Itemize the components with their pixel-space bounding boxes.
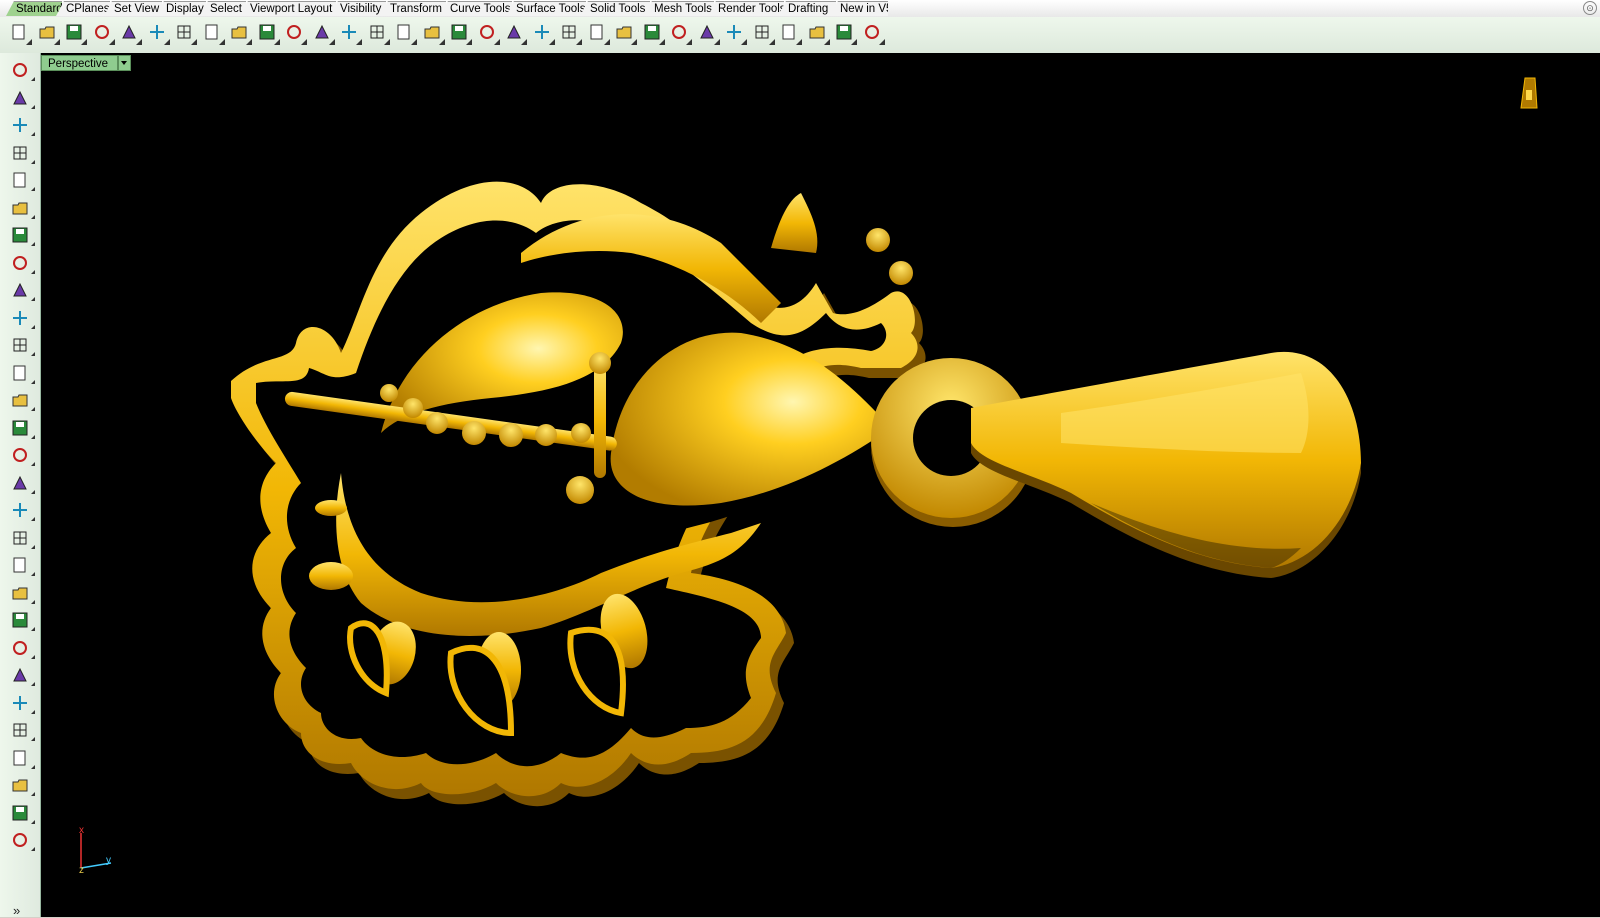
paste-icon[interactable] bbox=[201, 21, 225, 45]
standard-toolbar bbox=[0, 17, 1600, 54]
analysis-icon[interactable] bbox=[778, 21, 802, 45]
zoom-window-icon[interactable] bbox=[338, 21, 362, 45]
more-tools-chevron[interactable]: » bbox=[13, 903, 20, 918]
tab-mesh-tools[interactable]: Mesh Tools bbox=[644, 1, 714, 16]
axis-y-label: y bbox=[106, 855, 111, 866]
layer-icon[interactable] bbox=[641, 21, 665, 45]
axis-x-label: x bbox=[79, 825, 84, 836]
rendered-sphere-icon[interactable] bbox=[723, 21, 747, 45]
pendant-model bbox=[231, 77, 1538, 807]
open-icon[interactable] bbox=[36, 21, 60, 45]
zoom-selected-icon[interactable] bbox=[393, 21, 417, 45]
tab-visibility[interactable]: Visibility bbox=[330, 1, 386, 16]
mesh-icon[interactable] bbox=[9, 472, 35, 494]
surface-icon[interactable] bbox=[9, 334, 35, 356]
select-arrow-icon[interactable] bbox=[9, 59, 35, 81]
zoom-icon[interactable] bbox=[311, 21, 335, 45]
named-views-icon[interactable] bbox=[476, 21, 500, 45]
trim-icon[interactable] bbox=[9, 554, 35, 576]
curve-icon[interactable] bbox=[9, 142, 35, 164]
rectangle-icon[interactable] bbox=[9, 252, 35, 274]
cylinder-icon[interactable] bbox=[9, 444, 35, 466]
undo-view-icon[interactable] bbox=[421, 21, 445, 45]
render-blue-sphere-icon[interactable] bbox=[751, 21, 775, 45]
polyline-icon[interactable] bbox=[9, 114, 35, 136]
tab-cplanes[interactable]: CPlanes bbox=[56, 1, 110, 16]
point-icon[interactable] bbox=[9, 87, 35, 109]
toolbar-options-icon[interactable]: ⊙ bbox=[1583, 1, 1597, 15]
box-icon[interactable] bbox=[9, 389, 35, 411]
blend-icon[interactable] bbox=[9, 692, 35, 714]
save-icon[interactable] bbox=[63, 21, 87, 45]
extrude-icon[interactable] bbox=[9, 362, 35, 384]
cplane-icon[interactable] bbox=[531, 21, 555, 45]
color-wheel-icon[interactable] bbox=[668, 21, 692, 45]
shaded-sphere-icon[interactable] bbox=[696, 21, 720, 45]
grid-snap-icon[interactable] bbox=[833, 21, 857, 45]
split-icon[interactable] bbox=[9, 582, 35, 604]
view-widget[interactable] bbox=[1520, 77, 1538, 109]
axis-z-label: z bbox=[79, 865, 84, 876]
tab-solid-tools[interactable]: Solid Tools bbox=[580, 1, 650, 16]
ellipse-icon[interactable] bbox=[9, 197, 35, 219]
four-viewports-icon[interactable] bbox=[448, 21, 472, 45]
polygon-icon[interactable] bbox=[9, 279, 35, 301]
tab-drafting[interactable]: Drafting bbox=[778, 1, 836, 16]
tab-transform[interactable]: Transform bbox=[380, 1, 446, 16]
bail bbox=[971, 351, 1361, 578]
osnap-icon[interactable] bbox=[558, 21, 582, 45]
render-icon[interactable] bbox=[9, 829, 35, 851]
perspective-viewport[interactable]: Perspective x y z bbox=[41, 53, 1600, 917]
toolbar-tab-bar: Standard CPlanes Set View Display Select View… bbox=[0, 0, 1600, 18]
zoom-extents-icon[interactable] bbox=[366, 21, 390, 45]
tab-set-view[interactable]: Set View bbox=[104, 1, 162, 16]
tab-select[interactable]: Select bbox=[200, 1, 246, 16]
help-icon[interactable] bbox=[861, 21, 885, 45]
light-icon[interactable] bbox=[586, 21, 610, 45]
text-icon[interactable] bbox=[9, 719, 35, 741]
left-toolbar: » bbox=[0, 53, 41, 918]
arc-icon[interactable] bbox=[9, 224, 35, 246]
tab-curve-tools[interactable]: Curve Tools bbox=[440, 1, 512, 16]
cut-icon[interactable] bbox=[146, 21, 170, 45]
undo-icon[interactable] bbox=[228, 21, 252, 45]
copy-icon[interactable] bbox=[173, 21, 197, 45]
tab-viewport-layout[interactable]: Viewport Layout bbox=[240, 1, 336, 16]
camera-icon[interactable] bbox=[503, 21, 527, 45]
transform-icon[interactable] bbox=[9, 499, 35, 521]
options-gear-icon[interactable] bbox=[806, 21, 830, 45]
boolean-icon[interactable] bbox=[9, 417, 35, 439]
tab-new-in-v5[interactable]: New in V5 bbox=[830, 1, 888, 16]
array-icon[interactable] bbox=[9, 637, 35, 659]
offset-icon[interactable] bbox=[9, 664, 35, 686]
lock-icon[interactable] bbox=[613, 21, 637, 45]
fillet-icon[interactable] bbox=[9, 307, 35, 329]
tab-surface-tools[interactable]: Surface Tools bbox=[506, 1, 586, 16]
tab-render-tools[interactable]: Render Tools bbox=[708, 1, 784, 16]
new-icon[interactable] bbox=[8, 21, 32, 45]
dimension-icon[interactable] bbox=[9, 747, 35, 769]
properties-icon[interactable] bbox=[9, 802, 35, 824]
group-icon[interactable] bbox=[9, 609, 35, 631]
rotate-view-icon[interactable] bbox=[283, 21, 307, 45]
pan-icon[interactable] bbox=[256, 21, 280, 45]
block-icon[interactable] bbox=[9, 774, 35, 796]
tab-standard[interactable]: Standard bbox=[6, 1, 62, 16]
tab-display[interactable]: Display bbox=[156, 1, 206, 16]
print-icon[interactable] bbox=[91, 21, 115, 45]
import-icon[interactable] bbox=[118, 21, 142, 45]
explode-icon[interactable] bbox=[9, 527, 35, 549]
circle-icon[interactable] bbox=[9, 169, 35, 191]
